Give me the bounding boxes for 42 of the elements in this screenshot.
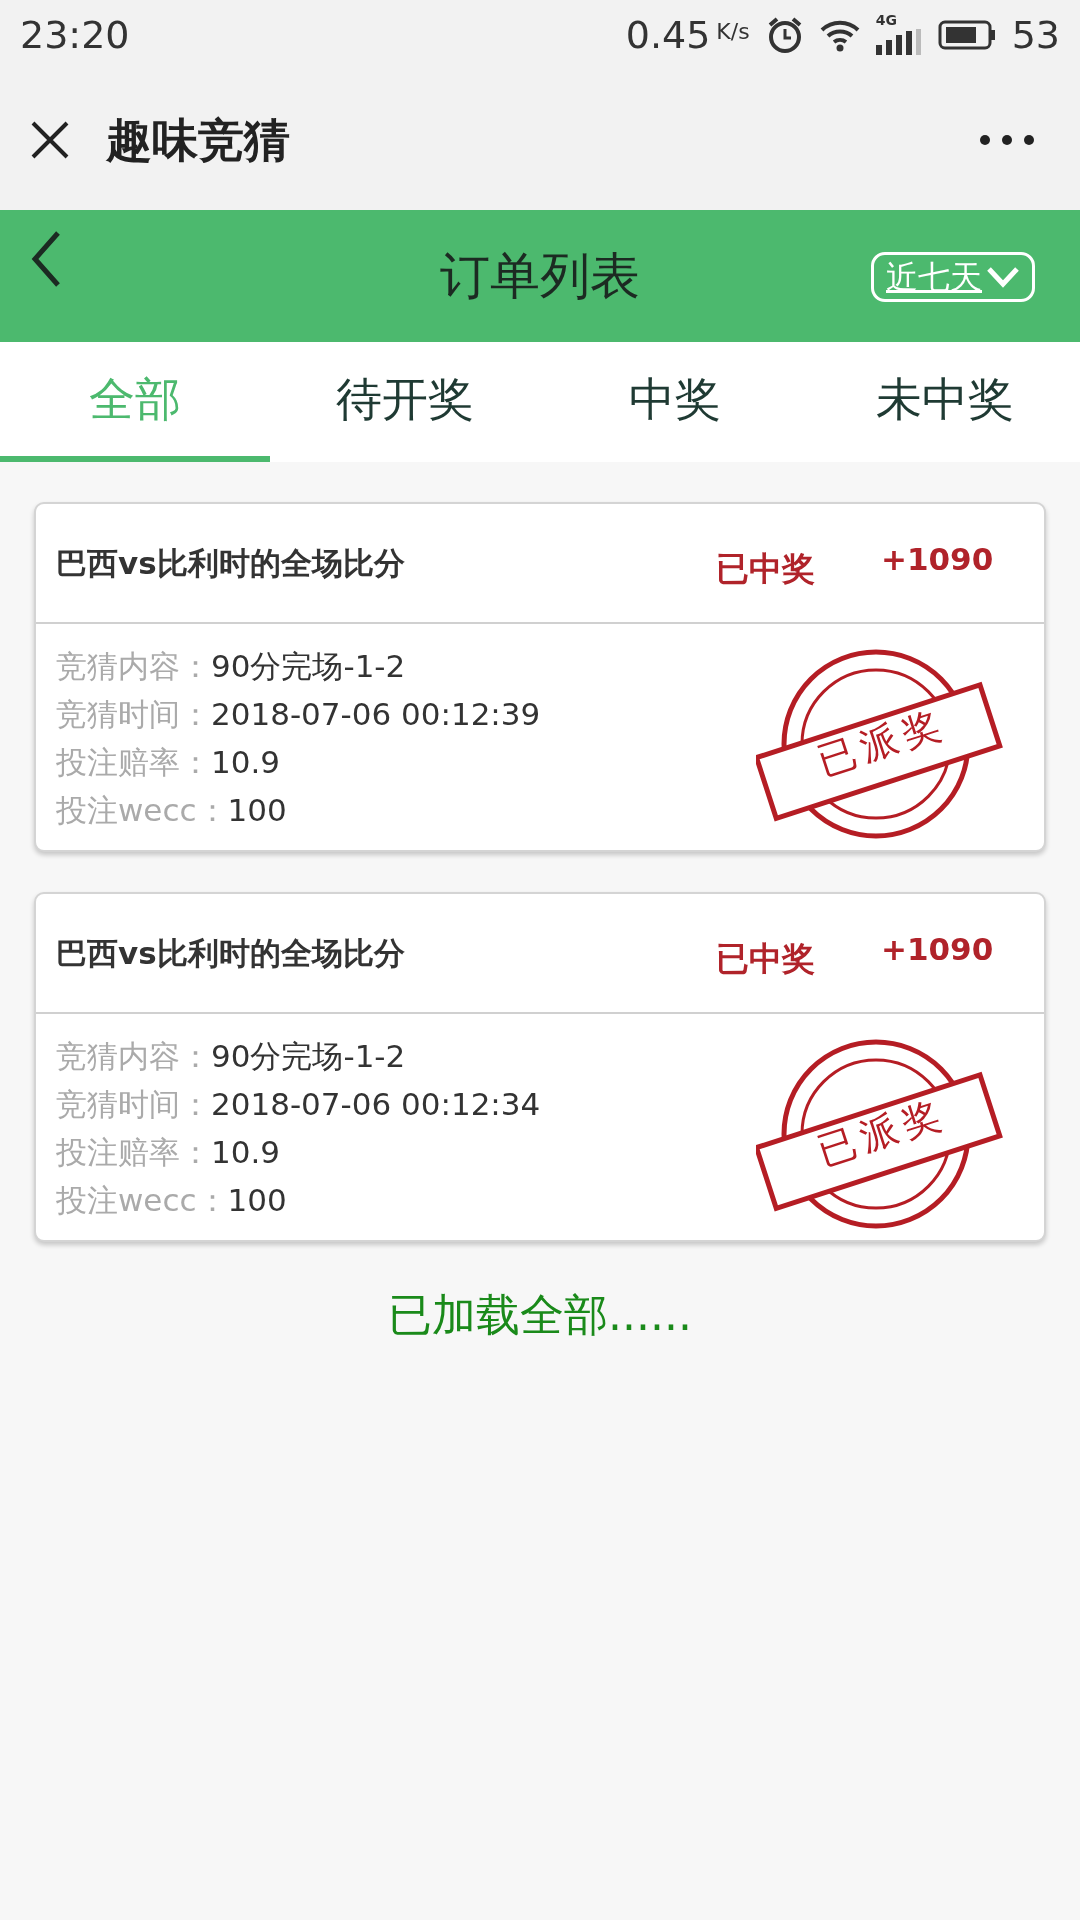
load-status-text: 已加载全部...... <box>387 1288 693 1342</box>
field-value: 10.9 <box>211 743 281 782</box>
battery-icon <box>937 20 996 50</box>
field-value: 90分完场-1-2 <box>211 647 406 686</box>
field-label: 竞猜时间： <box>56 1085 211 1124</box>
field-label: 投注赔率： <box>56 1133 211 1172</box>
network-speed: 0.45 <box>625 11 711 59</box>
field-value: 2018-07-06 00:12:39 <box>211 695 541 734</box>
caret-icon <box>986 266 1020 288</box>
field-value: 90分完场-1-2 <box>211 1037 406 1076</box>
status-time: 23:20 <box>20 11 130 59</box>
back-icon[interactable] <box>30 230 62 288</box>
field-value: 100 <box>227 791 287 830</box>
field-label: 投注赔率： <box>56 743 211 782</box>
page-title: 趣味竞猜 <box>106 111 290 169</box>
field-value: 100 <box>227 1181 287 1220</box>
order-amount: +1090 <box>881 540 994 579</box>
order-status: 已中奖 <box>716 938 815 980</box>
tab[interactable]: 待开奖 <box>270 342 540 462</box>
field-label: 投注wecc： <box>56 1181 228 1220</box>
order-title: 巴西vs比利时的全场比分 <box>56 543 405 583</box>
speed-unit: K/s <box>716 17 750 46</box>
more-icon[interactable] <box>980 135 1034 145</box>
network-type: 4G <box>875 13 897 27</box>
stamp-label: 已派奖 <box>811 1089 953 1176</box>
wifi-icon <box>819 18 860 52</box>
order-status: 已中奖 <box>716 548 815 590</box>
field-label: 投注wecc： <box>56 791 228 830</box>
tab[interactable]: 未中奖 <box>810 342 1080 462</box>
close-icon[interactable] <box>30 120 70 160</box>
signal-icon <box>875 29 922 55</box>
field-value: 2018-07-06 00:12:34 <box>211 1085 541 1124</box>
stamp-label: 已派奖 <box>811 699 953 786</box>
order-title: 巴西vs比利时的全场比分 <box>56 933 405 973</box>
battery-level: 53 <box>1011 11 1060 59</box>
field-value: 10.9 <box>211 1133 281 1172</box>
header-title: 订单列表 <box>440 245 640 307</box>
field-label: 竞猜内容： <box>56 1037 211 1076</box>
field-label: 竞猜时间： <box>56 695 211 734</box>
tab[interactable]: 中奖 <box>540 342 810 462</box>
order-amount: +1090 <box>881 930 994 969</box>
field-label: 竞猜内容： <box>56 647 211 686</box>
